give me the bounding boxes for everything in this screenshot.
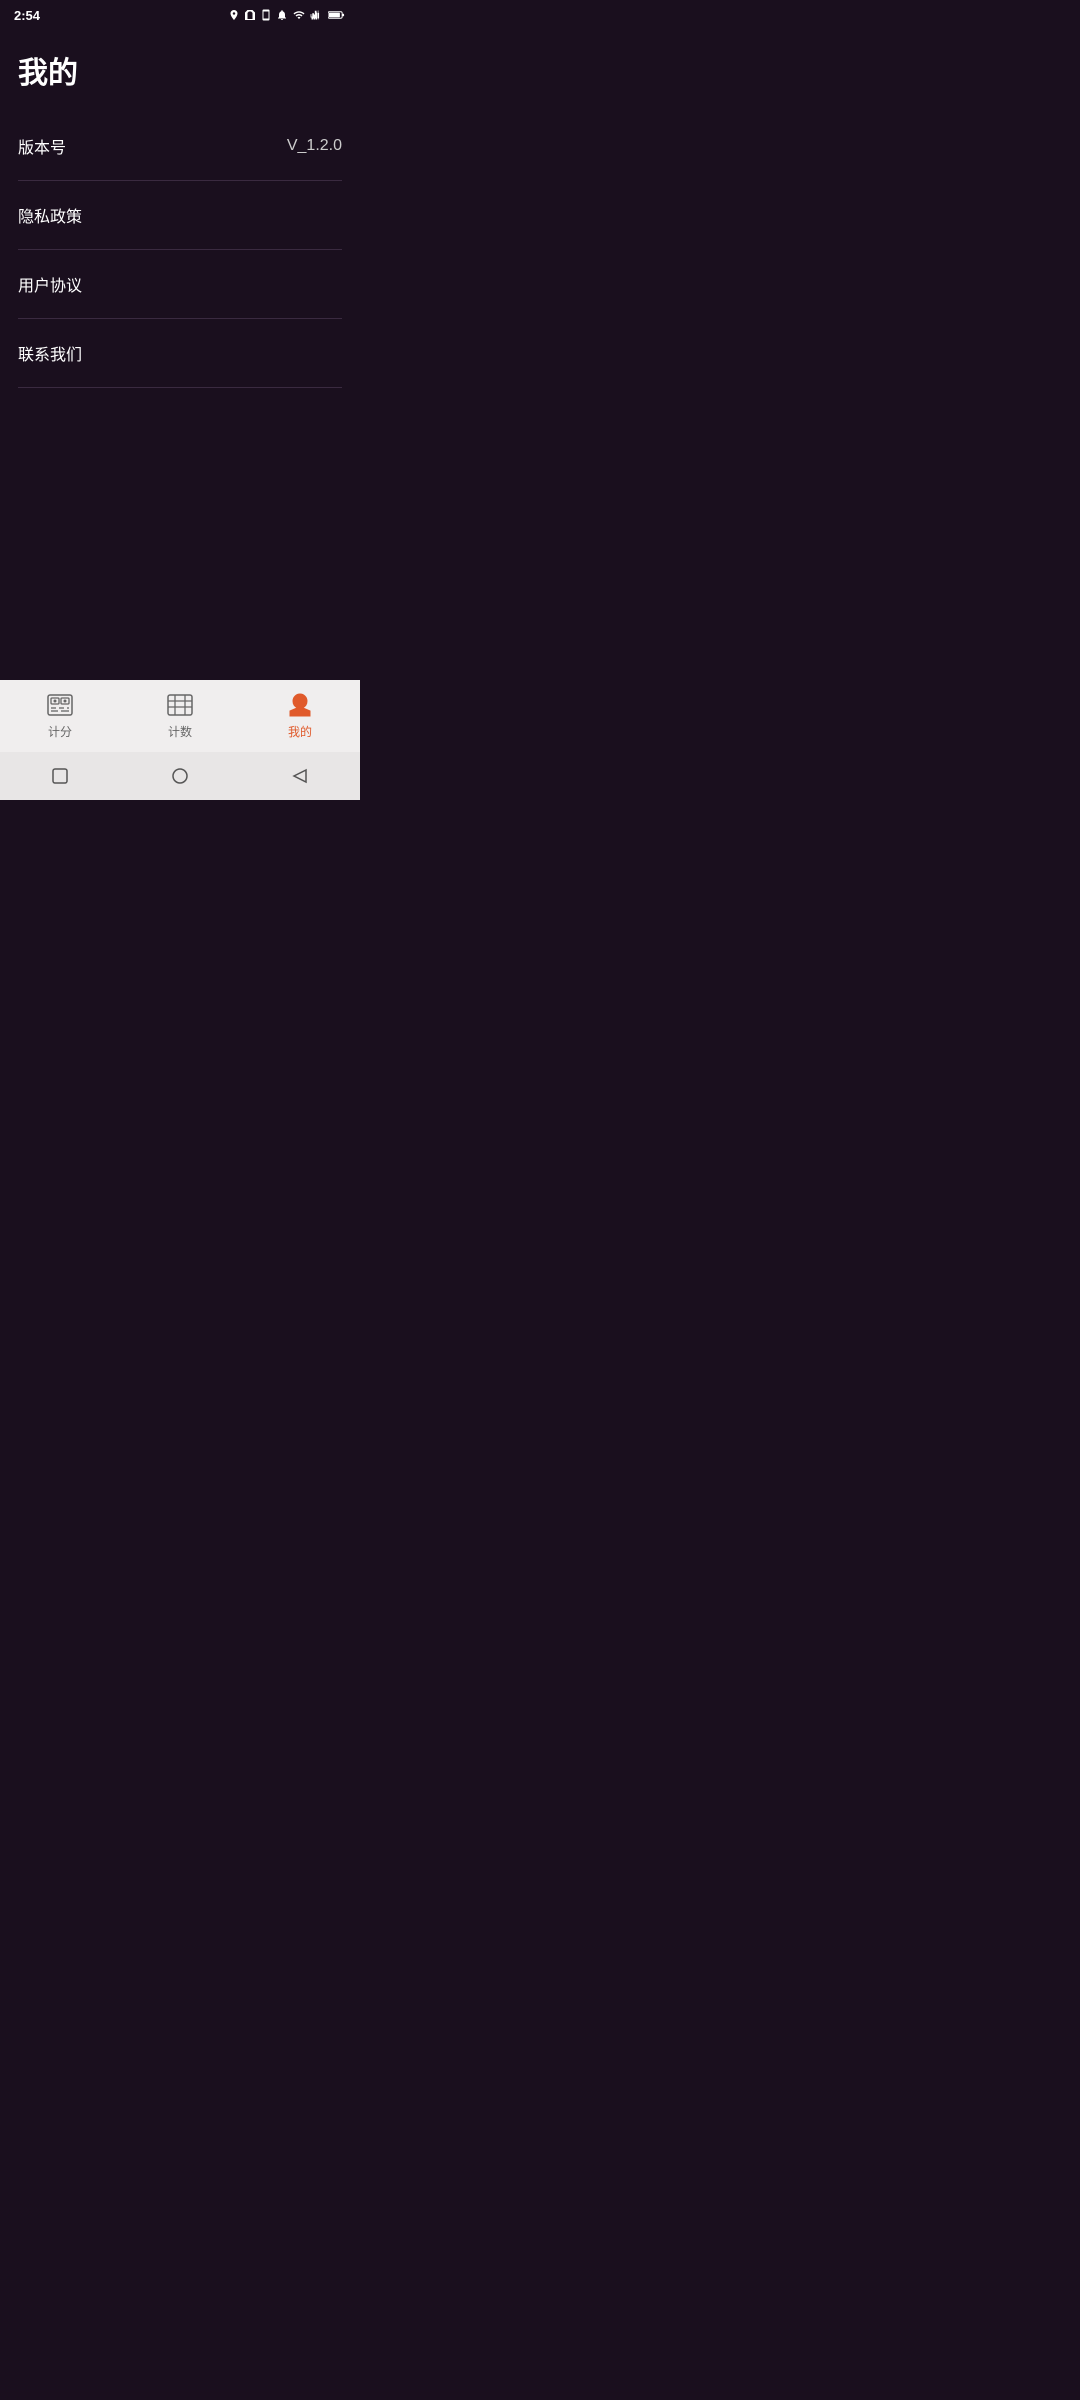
nav-item-mine[interactable]: 我的: [240, 691, 360, 740]
menu-item-privacy[interactable]: 隐私政策: [18, 181, 342, 250]
nav-item-count[interactable]: 计数: [120, 691, 240, 740]
status-bar: 2:54: [0, 0, 360, 28]
menu-item-version: 版本号 V_1.2.0: [18, 112, 342, 181]
mine-nav-icon: [286, 691, 314, 719]
version-label: 版本号: [18, 134, 66, 158]
screenshot-icon: [260, 9, 272, 21]
signal-icon: [310, 9, 324, 21]
status-icons: [228, 9, 346, 21]
count-nav-icon: [166, 691, 194, 719]
score-nav-icon: [46, 691, 74, 719]
page-title: 我的: [18, 28, 342, 112]
version-value: V_1.2.0: [287, 137, 342, 155]
score-nav-label: 计分: [48, 723, 72, 740]
menu-item-agreement[interactable]: 用户协议: [18, 250, 342, 319]
status-time: 2:54: [14, 8, 40, 23]
menu-item-contact[interactable]: 联系我们: [18, 319, 342, 388]
main-content: 我的 版本号 V_1.2.0 隐私政策 用户协议 联系我们: [0, 28, 360, 680]
android-nav: [0, 752, 360, 800]
mine-nav-label: 我的: [288, 723, 312, 740]
battery-icon: [328, 9, 346, 21]
nav-item-score[interactable]: 计分: [0, 691, 120, 740]
recents-button[interactable]: [50, 766, 70, 786]
back-button[interactable]: [290, 766, 310, 786]
contact-label: 联系我们: [18, 341, 82, 365]
home-button[interactable]: [170, 766, 190, 786]
agreement-label: 用户协议: [18, 272, 82, 296]
privacy-label: 隐私政策: [18, 203, 82, 227]
wifi-icon: [292, 9, 306, 21]
count-nav-label: 计数: [168, 723, 192, 740]
bell-off-icon: [276, 9, 288, 21]
bottom-nav: 计分 计数 我的: [0, 680, 360, 752]
sim-icon: [244, 9, 256, 21]
location-icon: [228, 9, 240, 21]
